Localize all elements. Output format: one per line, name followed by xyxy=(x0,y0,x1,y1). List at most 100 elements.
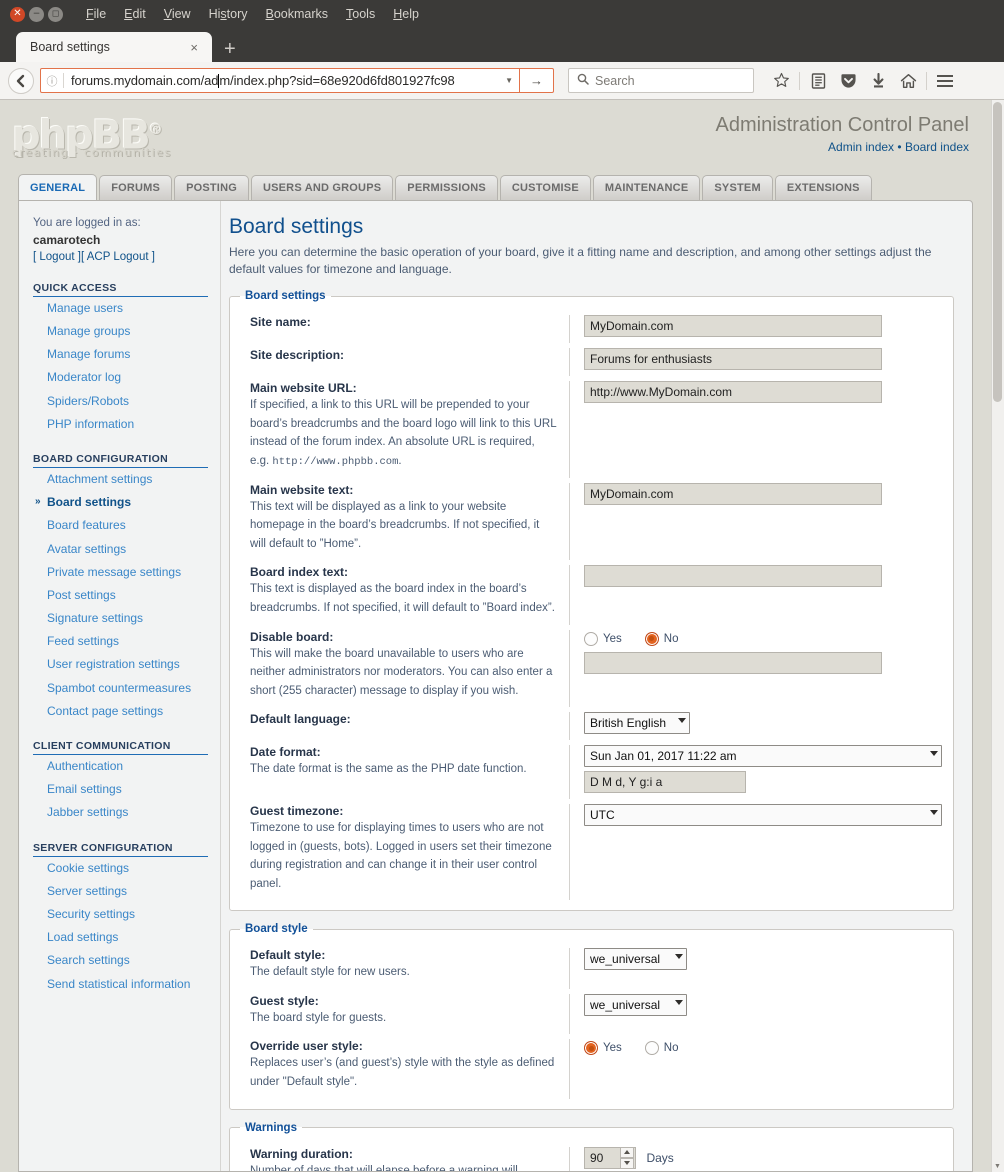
sidebar-item-manage-users[interactable]: Manage users xyxy=(33,297,208,320)
site-description-input[interactable] xyxy=(584,348,882,371)
back-button[interactable] xyxy=(8,67,34,94)
label-col: Site description: xyxy=(240,348,570,377)
sidebar-item-email-settings[interactable]: Email settings xyxy=(33,778,208,801)
sidebar-item-board-settings[interactable]: Board settings xyxy=(33,491,208,514)
sidebar-item-spambot-countermeasures[interactable]: Spambot countermeasures xyxy=(33,677,208,700)
scrollbar-thumb[interactable] xyxy=(993,102,1002,402)
main-website-url-input[interactable] xyxy=(584,381,882,404)
field-row-default-style: Default style: The default style for new… xyxy=(240,943,943,989)
sidebar-item-cookie-settings[interactable]: Cookie settings xyxy=(33,857,208,880)
tab-general[interactable]: GENERAL xyxy=(18,174,98,200)
tab-permissions[interactable]: PERMISSIONS xyxy=(395,175,498,200)
tab-forums[interactable]: FORUMS xyxy=(99,175,173,200)
admin-index-link[interactable]: Admin index xyxy=(828,140,894,154)
sidebar-item-moderator-log[interactable]: Moderator log xyxy=(33,366,208,389)
site-name-input[interactable] xyxy=(584,315,882,338)
sidebar-item-user-registration-settings[interactable]: User registration settings xyxy=(33,653,208,676)
disable-board-no-label: No xyxy=(663,632,679,645)
board-index-link[interactable]: Board index xyxy=(905,140,969,154)
tab-customise[interactable]: CUSTOMISE xyxy=(499,175,591,200)
guest-timezone-select[interactable]: UTC xyxy=(584,804,942,827)
stepper-down-icon[interactable] xyxy=(620,1157,634,1169)
url-dropdown-icon[interactable]: ▼ xyxy=(499,76,519,85)
warning-duration-stepper[interactable] xyxy=(620,1146,634,1169)
field-row-date-format: Date format: The date format is the same… xyxy=(240,740,943,800)
sidebar-item-private-message-settings[interactable]: Private message settings xyxy=(33,561,208,584)
menu-edit[interactable]: Edit xyxy=(115,5,155,23)
default-style-select[interactable]: we_universal xyxy=(584,948,687,971)
sidebar-item-load-settings[interactable]: Load settings xyxy=(33,926,208,949)
date-format-custom-input[interactable] xyxy=(584,771,746,794)
sidebar-item-avatar-settings[interactable]: Avatar settings xyxy=(33,538,208,561)
sidebar-item-search-settings[interactable]: Search settings xyxy=(33,949,208,972)
override-user-style-radio-no[interactable] xyxy=(644,1041,659,1056)
address-bar[interactable]: ⓘ forums.mydomain.com/adm/index.php?sid=… xyxy=(40,68,554,93)
tab-label: Board settings xyxy=(30,40,110,54)
sidebar-item-server-settings[interactable]: Server settings xyxy=(33,880,208,903)
sidebar-item-security-settings[interactable]: Security settings xyxy=(33,903,208,926)
menu-help[interactable]: Help xyxy=(384,5,428,23)
sidebar-item-attachment-settings[interactable]: Attachment settings xyxy=(33,468,208,491)
site-description-label: Site description: xyxy=(250,348,345,363)
page-scrollbar[interactable]: ▲ ▼ xyxy=(991,100,1004,1172)
page-description: Here you can determine the basic operati… xyxy=(229,245,932,277)
scroll-down-arrow[interactable]: ▼ xyxy=(992,1163,1003,1170)
stepper-up-icon[interactable] xyxy=(620,1146,634,1158)
sidebar-item-authentication[interactable]: Authentication xyxy=(33,755,208,778)
disable-board-radio-yes[interactable] xyxy=(584,631,598,646)
downloads-icon[interactable] xyxy=(863,66,893,96)
main-website-text-input[interactable] xyxy=(584,482,882,505)
disable-board-message-input[interactable] xyxy=(584,651,882,674)
menu-bookmarks[interactable]: Bookmarks xyxy=(257,5,338,23)
pocket-icon[interactable] xyxy=(833,66,863,96)
board-index-text-input[interactable] xyxy=(584,565,882,588)
bookmark-star-icon[interactable] xyxy=(766,66,796,96)
tab-posting[interactable]: POSTING xyxy=(174,175,249,200)
browser-tab[interactable]: Board settings × xyxy=(16,32,212,62)
field-row-disable-board: Disable board: This will make the board … xyxy=(240,625,943,708)
field-col: Yes No xyxy=(570,1039,943,1098)
sidebar-item-feed-settings[interactable]: Feed settings xyxy=(33,630,208,653)
tab-system[interactable]: SYSTEM xyxy=(702,175,773,200)
search-bar[interactable]: Search xyxy=(568,68,754,93)
label-col: Default style: The default style for new… xyxy=(240,948,570,989)
tab-maintenance[interactable]: MAINTENANCE xyxy=(592,175,701,200)
menu-file[interactable]: File xyxy=(77,5,115,23)
menu-history[interactable]: History xyxy=(200,5,257,23)
sidebar-item-signature-settings[interactable]: Signature settings xyxy=(33,607,208,630)
window-minimize-button[interactable]: − xyxy=(29,6,44,22)
board-index-text-hint: This text is displayed as the board inde… xyxy=(250,583,555,614)
sidebar-item-contact-page-settings[interactable]: Contact page settings xyxy=(33,700,208,723)
sidebar-item-manage-groups[interactable]: Manage groups xyxy=(33,320,208,343)
sidebar-item-send-statistical-information[interactable]: Send statistical information xyxy=(33,973,208,996)
window-maximize-button[interactable]: ◻ xyxy=(48,6,63,22)
logout-link[interactable]: [ Logout ] xyxy=(33,251,81,263)
main-website-url-hint: If specified, a link to this URL will be… xyxy=(250,399,557,468)
sidebar-item-jabber-settings[interactable]: Jabber settings xyxy=(33,801,208,824)
menu-tools[interactable]: Tools xyxy=(337,5,384,23)
window-close-button[interactable]: ✕ xyxy=(10,6,25,22)
guest-style-select[interactable]: we_universal xyxy=(584,993,687,1016)
tab-extensions[interactable]: EXTENSIONS xyxy=(774,175,872,200)
sidebar-item-spiders-robots[interactable]: Spiders/Robots xyxy=(33,390,208,413)
menu-icon[interactable] xyxy=(930,66,960,96)
acp-logout-link[interactable]: [ ACP Logout ] xyxy=(81,251,155,263)
disable-board-hint: This will make the board unavailable to … xyxy=(250,647,553,697)
date-format-select[interactable]: Sun Jan 01, 2017 11:22 am xyxy=(584,745,942,768)
sidebar-item-manage-forums[interactable]: Manage forums xyxy=(33,343,208,366)
sidebar-item-php-information[interactable]: PHP information xyxy=(33,413,208,436)
disable-board-radio-no[interactable] xyxy=(644,631,659,646)
override-user-style-radio-yes[interactable] xyxy=(584,1041,598,1056)
acp-body: You are logged in as: camarotech [ Logou… xyxy=(18,200,973,1172)
home-icon[interactable] xyxy=(893,66,923,96)
tab-users-and-groups[interactable]: USERS AND GROUPS xyxy=(250,175,394,200)
menu-view[interactable]: View xyxy=(155,5,200,23)
default-language-select[interactable]: British English xyxy=(584,712,690,735)
library-icon[interactable] xyxy=(803,66,833,96)
page-info-icon[interactable]: ⓘ xyxy=(41,73,63,89)
new-tab-button[interactable]: + xyxy=(212,39,248,62)
go-button[interactable]: → xyxy=(519,68,553,93)
sidebar-item-post-settings[interactable]: Post settings xyxy=(33,584,208,607)
tab-close-icon[interactable]: × xyxy=(184,40,204,55)
sidebar-item-board-features[interactable]: Board features xyxy=(33,514,208,537)
